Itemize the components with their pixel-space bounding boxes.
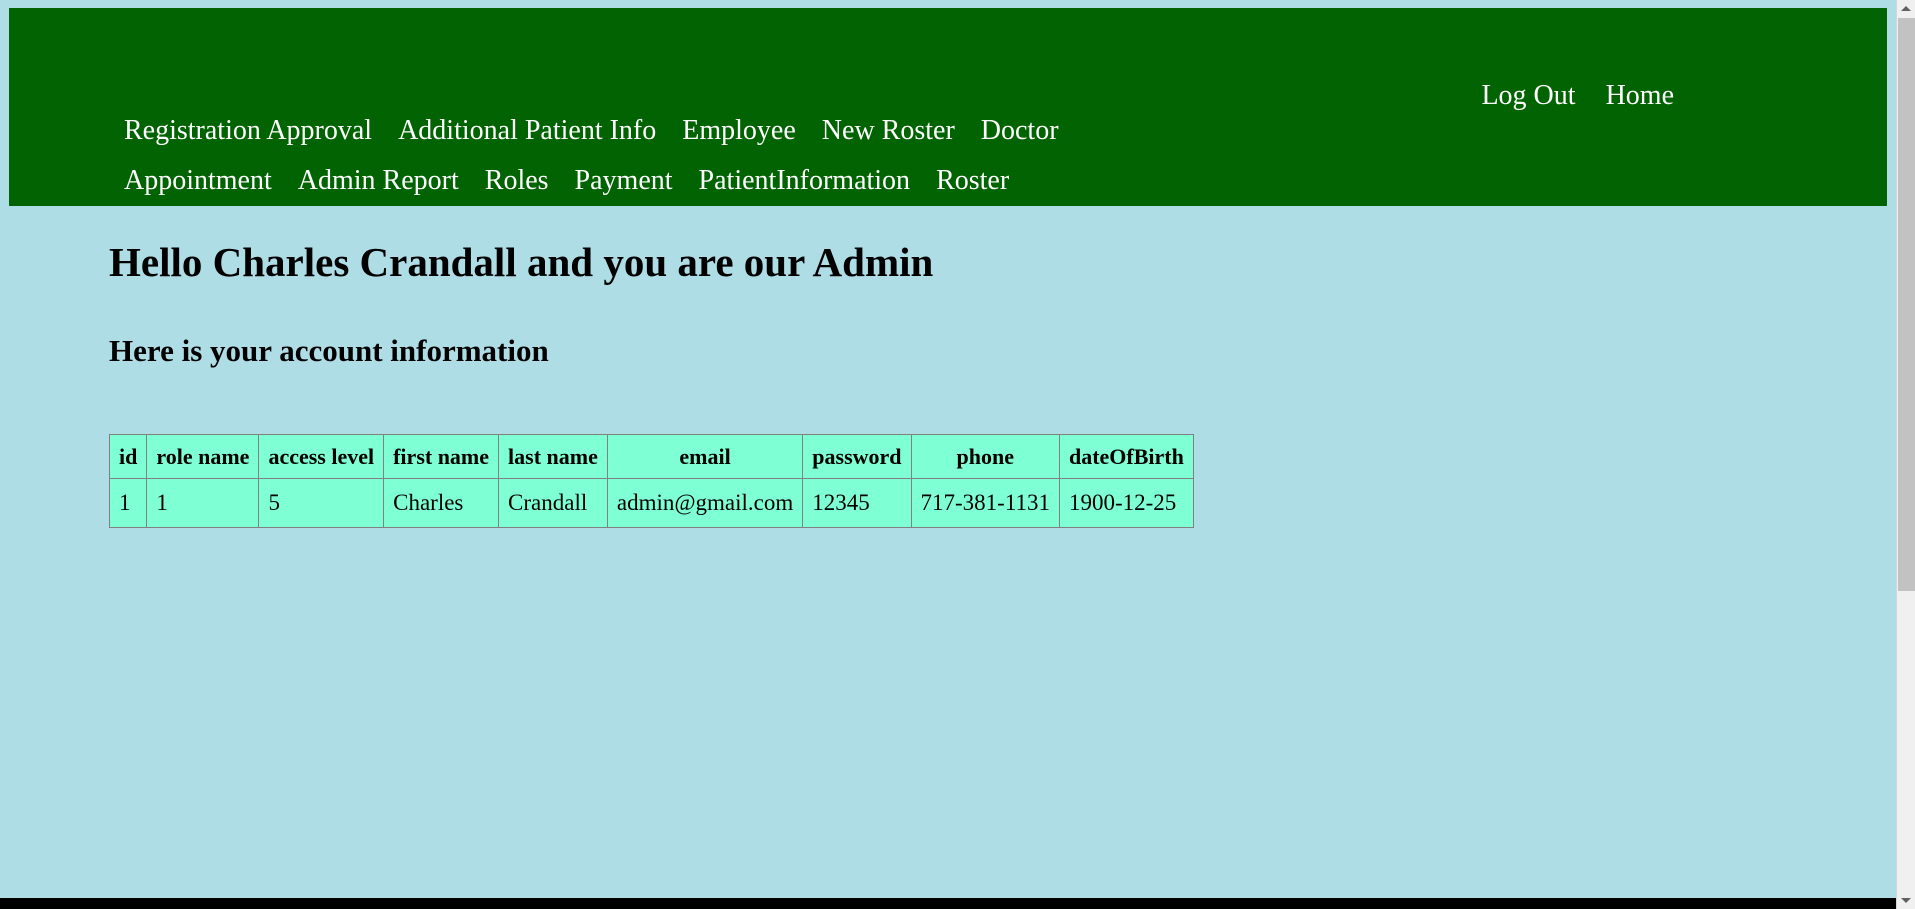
- nav-link-roster[interactable]: Roster: [936, 158, 1009, 204]
- column-header-role-name: role name: [146, 434, 260, 479]
- column-header-first-name: first name: [383, 434, 500, 479]
- column-header-id: id: [108, 434, 148, 479]
- cell-email: admin@gmail.com: [606, 478, 804, 528]
- header-account-links: Log Out Home: [1481, 80, 1674, 112]
- nav-link-doctor[interactable]: Doctor: [981, 108, 1059, 154]
- cell-role-name: 1: [146, 478, 260, 528]
- nav-link-additional-patient-info[interactable]: Additional Patient Info: [398, 108, 656, 154]
- nav-link-roles[interactable]: Roles: [485, 158, 549, 204]
- site-header: Log Out Home Registration Approval Addit…: [9, 8, 1887, 206]
- nav-link-log-out[interactable]: Log Out: [1481, 80, 1575, 112]
- nav-link-home[interactable]: Home: [1606, 80, 1674, 112]
- cell-access-level: 5: [258, 478, 385, 528]
- nav-link-appointment[interactable]: Appointment: [124, 158, 272, 204]
- nav-link-registration-approval[interactable]: Registration Approval: [124, 108, 372, 154]
- scroll-down-arrow-icon[interactable]: [1897, 892, 1915, 909]
- nav-link-employee[interactable]: Employee: [682, 108, 796, 154]
- column-header-date-of-birth: dateOfBirth: [1058, 434, 1194, 479]
- account-information-table: id role name access level first name las…: [108, 434, 1194, 528]
- cell-id: 1: [108, 478, 148, 528]
- table-body: 1 1 5 Charles Crandall admin@gmail.com 1…: [108, 478, 1194, 528]
- nav-row-secondary: Appointment Admin Report Roles Payment P…: [124, 158, 1424, 208]
- table-row: 1 1 5 Charles Crandall admin@gmail.com 1…: [108, 478, 1194, 528]
- nav-link-admin-report[interactable]: Admin Report: [298, 158, 459, 204]
- nav-link-patient-information[interactable]: PatientInformation: [699, 158, 911, 204]
- table-head: id role name access level first name las…: [108, 434, 1194, 479]
- column-header-phone: phone: [910, 434, 1060, 479]
- page-title: Hello Charles Crandall and you are our A…: [109, 239, 934, 285]
- main-navigation: Registration Approval Additional Patient…: [124, 108, 1424, 208]
- column-header-access-level: access level: [258, 434, 385, 479]
- scrollbar-thumb[interactable]: [1898, 18, 1915, 591]
- cell-phone: 717-381-1131: [910, 478, 1060, 528]
- page-viewport: Log Out Home Registration Approval Addit…: [0, 0, 1896, 909]
- cell-password: 12345: [802, 478, 912, 528]
- account-information-table-wrapper: id role name access level first name las…: [108, 434, 1194, 528]
- cell-first-name: Charles: [383, 478, 500, 528]
- table-header-row: id role name access level first name las…: [108, 434, 1194, 479]
- nav-link-payment[interactable]: Payment: [575, 158, 673, 204]
- column-header-last-name: last name: [498, 434, 608, 479]
- vertical-scrollbar[interactable]: [1896, 0, 1915, 909]
- cell-last-name: Crandall: [498, 478, 608, 528]
- column-header-email: email: [606, 434, 804, 479]
- nav-link-new-roster[interactable]: New Roster: [822, 108, 955, 154]
- cell-date-of-birth: 1900-12-25: [1058, 478, 1194, 528]
- bottom-bar: [0, 898, 1896, 909]
- nav-row-primary: Registration Approval Additional Patient…: [124, 108, 1424, 158]
- scroll-up-arrow-icon[interactable]: [1897, 0, 1915, 17]
- section-subtitle: Here is your account information: [109, 333, 549, 368]
- column-header-password: password: [802, 434, 912, 479]
